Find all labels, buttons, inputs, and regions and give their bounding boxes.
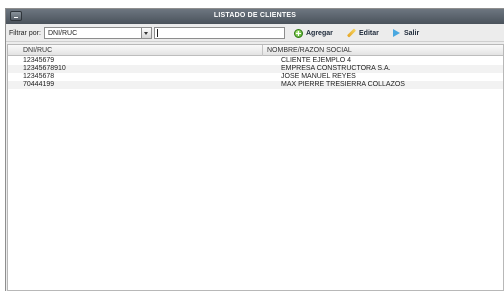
cell-dni: 12345678910 (23, 65, 66, 72)
add-icon (294, 29, 303, 38)
column-header-dni[interactable]: DNI/RUC (23, 47, 52, 54)
cell-dni: 12345678 (23, 73, 55, 80)
chevron-down-icon[interactable] (141, 28, 151, 38)
table-row[interactable]: 12345679 CLIENTE EJEMPLO 4 (8, 57, 503, 65)
cell-name: EMPRESA CONSTRUCTORA S.A. (281, 65, 391, 72)
toolbar: Filtrar por: DNI/RUC Agregar Editar Sali… (6, 25, 504, 42)
salir-button[interactable]: Salir (392, 28, 419, 39)
table-body: 12345679 CLIENTE EJEMPLO 4 12345678910 E… (8, 57, 503, 89)
table-row[interactable]: 12345678910 EMPRESA CONSTRUCTORA S.A. (8, 65, 503, 73)
filter-label: Filtrar por: (9, 30, 41, 37)
editar-button[interactable]: Editar (347, 28, 379, 39)
column-divider[interactable] (262, 45, 263, 56)
cell-name: MAX PIERRE TRESIERRA COLLAZOS (281, 81, 405, 88)
filter-select-value: DNI/RUC (48, 30, 78, 37)
exit-arrow-icon (392, 29, 401, 38)
window-title: LISTADO DE CLIENTES (213, 12, 297, 19)
clients-window: LISTADO DE CLIENTES Filtrar por: DNI/RUC… (5, 8, 504, 291)
table-row[interactable]: 70444199 MAX PIERRE TRESIERRA COLLAZOS (8, 81, 503, 89)
table-row[interactable]: 12345678 JOSE MANUEL REYES (8, 73, 503, 81)
salir-label: Salir (404, 30, 420, 37)
cell-name: CLIENTE EJEMPLO 4 (281, 57, 352, 64)
column-header-name[interactable]: NOMBRE/RAZON SOCIAL (267, 47, 352, 54)
editar-label: Editar (359, 30, 379, 37)
agregar-button[interactable]: Agregar (294, 28, 333, 39)
pencil-icon (347, 29, 356, 38)
cell-dni: 12345679 (23, 57, 55, 64)
table-header: DNI/RUC NOMBRE/RAZON SOCIAL (8, 45, 503, 56)
text-cursor (157, 29, 158, 37)
agregar-label: Agregar (306, 30, 333, 37)
clients-table[interactable]: DNI/RUC NOMBRE/RAZON SOCIAL 12345679 CLI… (7, 44, 504, 291)
search-input[interactable] (154, 27, 285, 39)
cell-name: JOSE MANUEL REYES (281, 73, 356, 80)
title-bar: LISTADO DE CLIENTES (6, 9, 504, 24)
cell-dni: 70444199 (23, 81, 55, 88)
filter-select[interactable]: DNI/RUC (44, 27, 152, 39)
